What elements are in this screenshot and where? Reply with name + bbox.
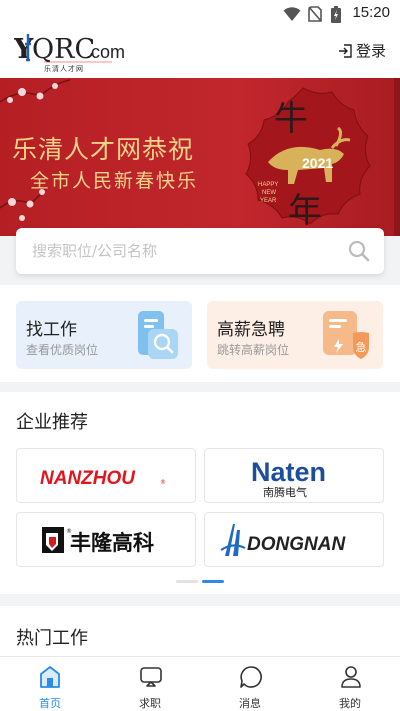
job-icon (140, 667, 162, 687)
tab-home-label: 首页 (39, 697, 61, 710)
badge-greeting-1: HAPPY (258, 182, 278, 188)
naten-subname: 南腾电气 (263, 485, 307, 499)
tab-home[interactable]: 首页 (0, 663, 100, 711)
banner-title: 乐清人才网恭祝 (12, 135, 195, 164)
urgent-hire-subtitle: 跳转高薪岗位 (217, 343, 290, 357)
logo-subtitle: 乐清人才网 (44, 65, 84, 73)
fenglong-logo: ® 丰隆高科 (42, 526, 154, 555)
banner-subtitle: 全市人民新春快乐 (30, 170, 199, 192)
bottom-tab-bar: 首页 求职 消息 我的 (0, 656, 400, 711)
svg-text:Y: Y (14, 34, 34, 65)
app-screen: 15:20 Y QRC .com 乐清人才网 登录 乐清人才网恭祝 全市人民新春… (0, 0, 400, 711)
nanzhou-name: NANZHOU (40, 468, 136, 488)
status-bar: 15:20 (0, 0, 400, 28)
dongnan-logo: DONGNAN (220, 523, 346, 556)
company-card-nanzhou[interactable]: NANZHOU ® (16, 448, 196, 503)
search-input[interactable]: 搜索职位/公司名称 (32, 240, 157, 261)
company-card-fenglong[interactable]: ® 丰隆高科 (16, 512, 196, 567)
hot-jobs-heading: 热门工作 (16, 628, 88, 649)
job-search-icon (138, 311, 178, 359)
badge-greeting-2: NEW (262, 190, 276, 196)
urgent-hire-title: 高薪急聘 (217, 320, 285, 340)
find-job-subtitle: 查看优质岗位 (26, 343, 99, 357)
tab-messages-label: 消息 (239, 697, 261, 710)
yqrc-logo-icon: Y QRC .com (13, 34, 125, 65)
nanzhou-logo: NANZHOU ® (40, 468, 166, 488)
tab-jobs[interactable]: 求职 (100, 663, 200, 711)
home-icon (40, 666, 60, 688)
recommended-companies: 企业推荐 NANZHOU ® Naten 南腾电气 ® 丰隆高科 DONGNAN (0, 392, 400, 594)
company-card-dongnan[interactable]: DONGNAN (204, 512, 384, 567)
ox-year-badge-icon: 牛 年 2021 HAPPY NEW YEAR (245, 87, 371, 231)
login-label: 登录 (355, 42, 386, 60)
badge-char-1: 牛 (274, 99, 308, 139)
dongnan-name: DONGNAN (247, 534, 346, 555)
find-job-title: 找工作 (26, 320, 77, 340)
battery-icon (331, 6, 341, 23)
search-box[interactable]: 搜索职位/公司名称 (16, 228, 384, 274)
login-button[interactable]: 登录 (338, 40, 386, 61)
tab-jobs-label: 求职 (139, 697, 161, 710)
status-time: 15:20 (352, 4, 390, 21)
badge-year: 2021 (302, 155, 333, 171)
nanzhou-reg: ® (160, 479, 166, 486)
tab-profile[interactable]: 我的 (300, 663, 400, 711)
carousel-indicator (176, 580, 226, 584)
profile-icon (341, 666, 361, 688)
quick-actions: 找工作 查看优质岗位 高薪急聘 跳转高薪岗位 急 (0, 285, 400, 382)
urgent-hire-card[interactable]: 高薪急聘 跳转高薪岗位 急 (207, 301, 383, 369)
search-icon[interactable] (348, 240, 370, 262)
naten-name: Naten (251, 457, 326, 487)
company-card-naten[interactable]: Naten 南腾电气 (204, 448, 384, 503)
sim-icon (308, 6, 322, 22)
message-icon (240, 666, 262, 688)
wifi-icon (283, 7, 301, 21)
naten-logo: Naten 南腾电气 (251, 457, 326, 499)
site-logo[interactable]: Y QRC .com 乐清人才网 (13, 30, 126, 74)
carousel-dot-2-active[interactable] (202, 580, 224, 583)
carousel-dot-1[interactable] (176, 580, 198, 583)
app-header: Y QRC .com 乐清人才网 登录 (0, 28, 400, 78)
hot-jobs-section: 热门工作 (0, 606, 400, 656)
tab-profile-label: 我的 (339, 697, 361, 710)
fenglong-name: 丰隆高科 (70, 531, 154, 555)
tab-messages[interactable]: 消息 (200, 663, 300, 711)
promo-banner[interactable]: 乐清人才网恭祝 全市人民新春快乐 牛 年 2021 HAPPY NEW YEAR (0, 78, 400, 236)
urgent-badge: 急 (356, 340, 367, 354)
login-icon (338, 43, 352, 58)
urgent-hire-icon: 急 (323, 311, 369, 359)
find-job-card[interactable]: 找工作 查看优质岗位 (16, 301, 192, 369)
badge-char-2: 年 (288, 191, 322, 231)
badge-greeting-3: YEAR (260, 198, 277, 204)
companies-heading: 企业推荐 (16, 412, 88, 433)
svg-text:.com: .com (86, 42, 125, 62)
